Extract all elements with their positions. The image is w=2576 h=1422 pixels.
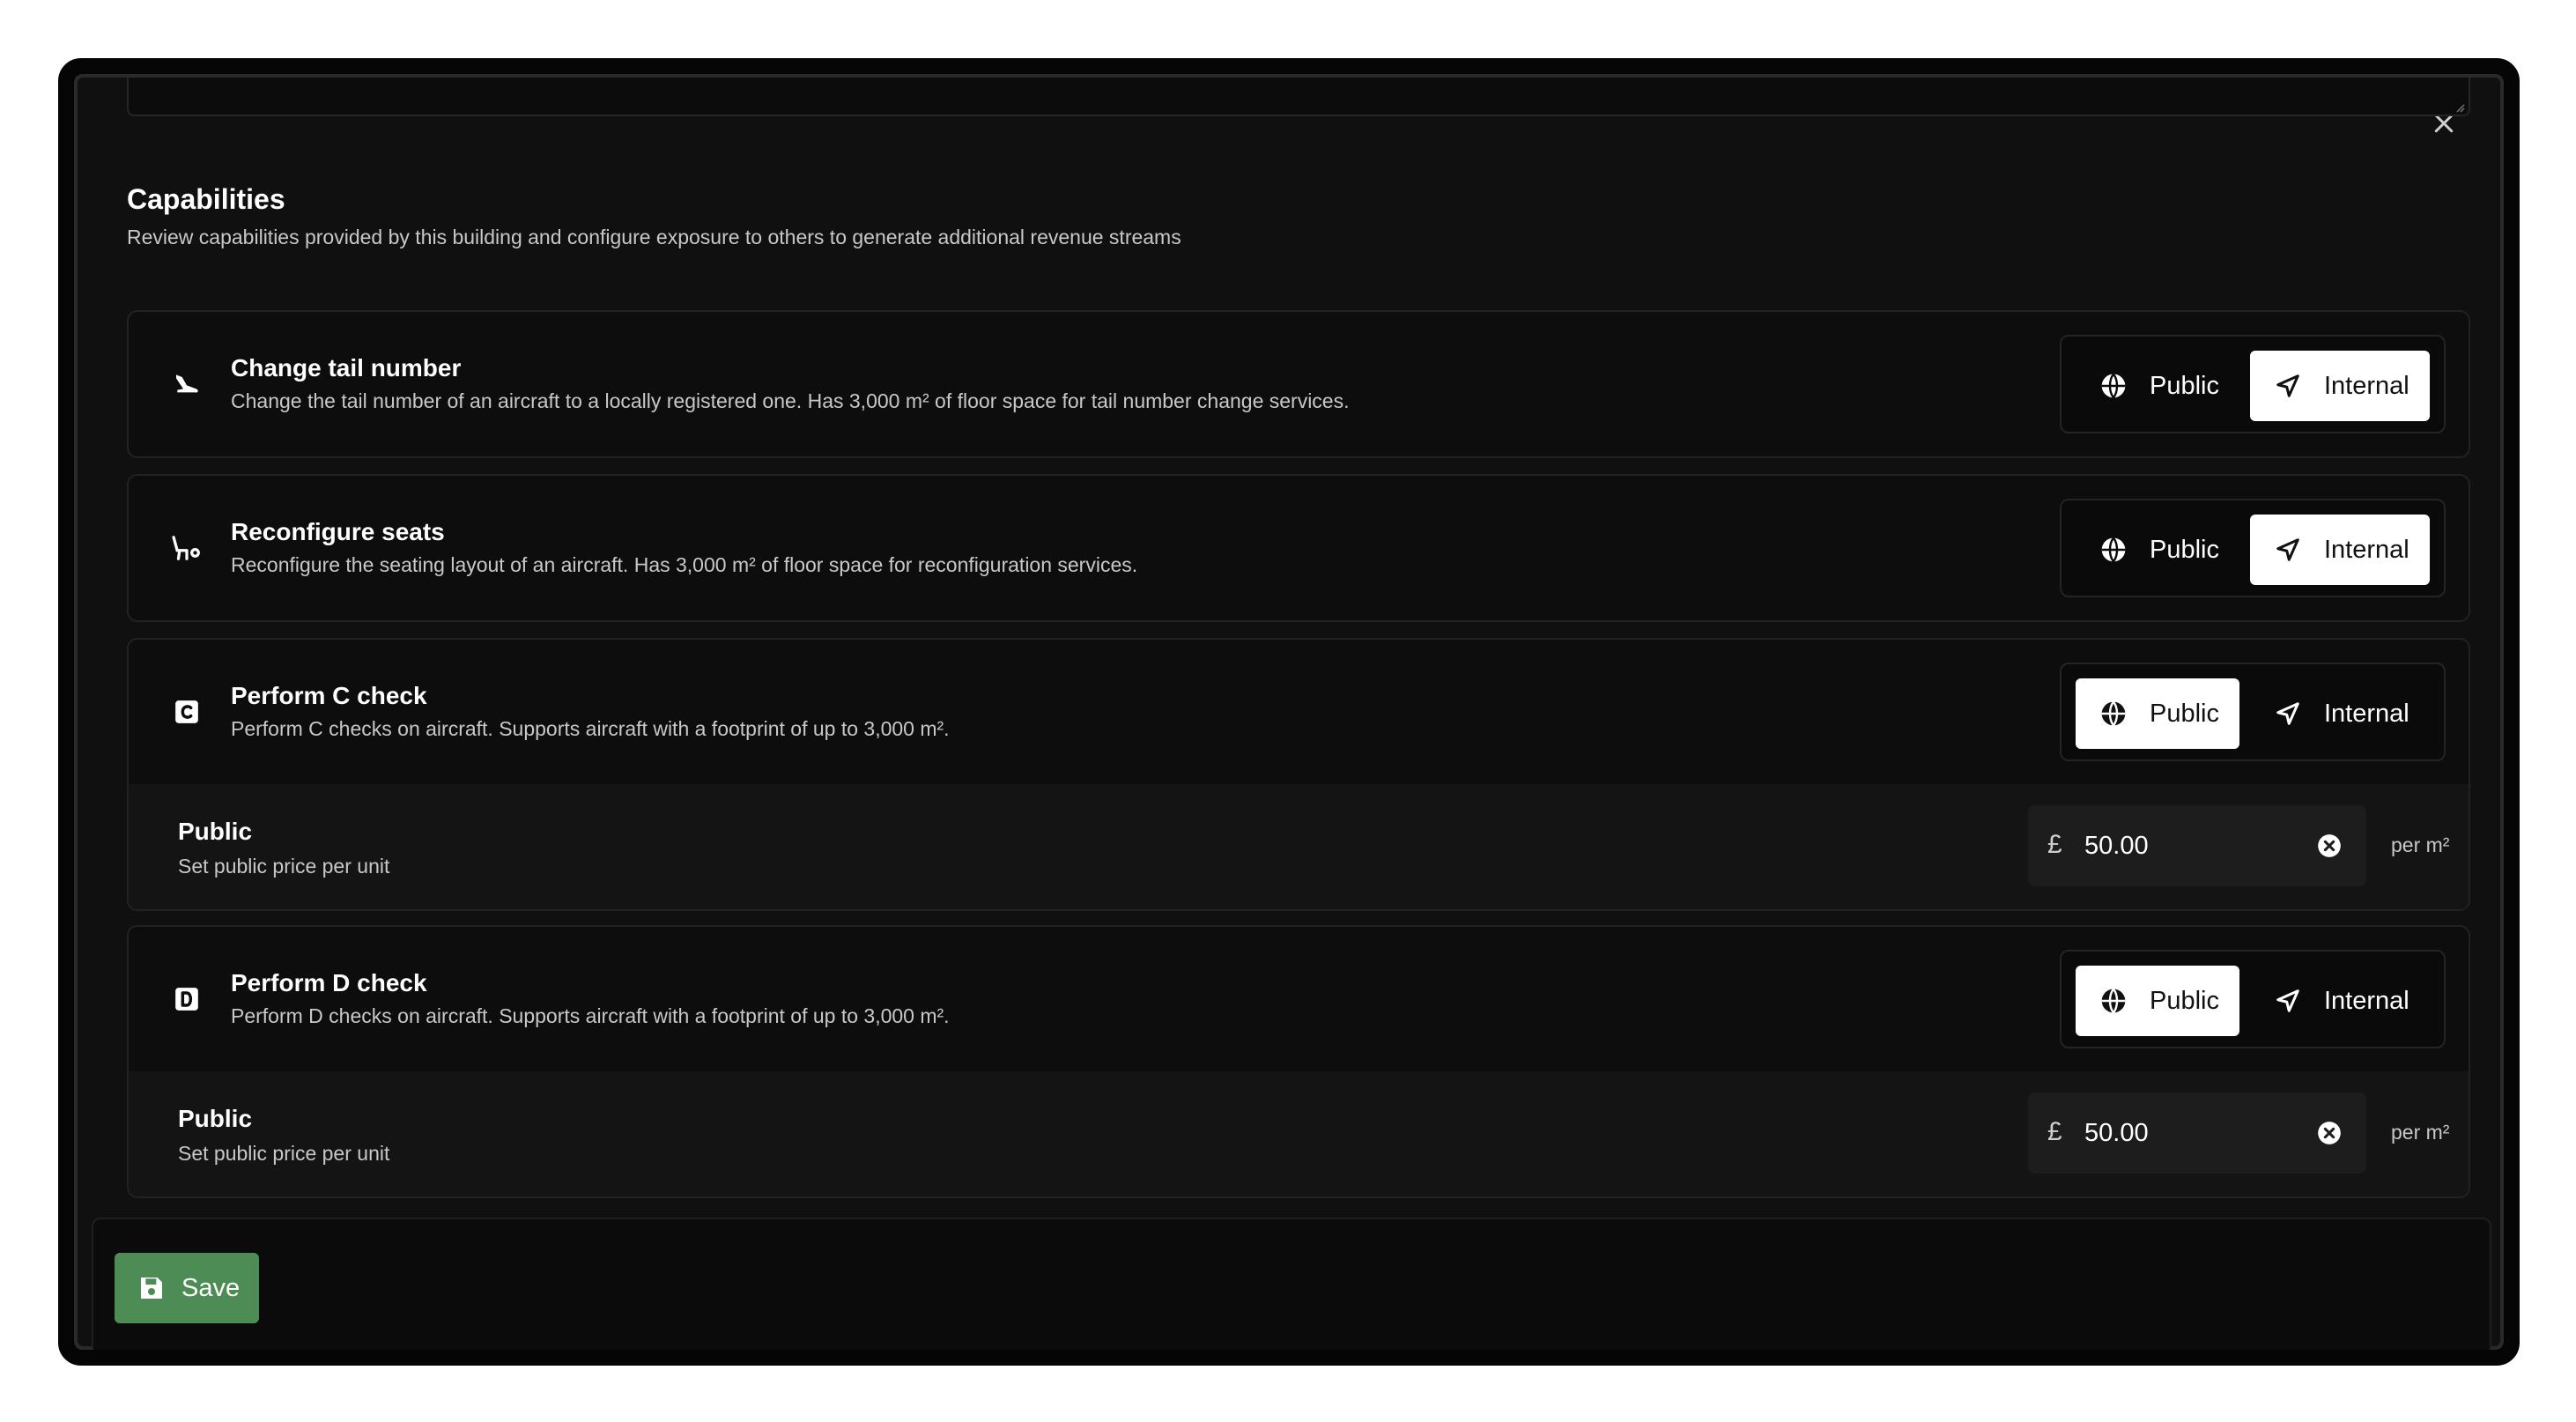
- price-input[interactable]: [2084, 1112, 2305, 1154]
- globe-icon: [2101, 373, 2126, 399]
- navigation-arrow-icon: [2276, 374, 2299, 397]
- internal-label: Internal: [2324, 699, 2409, 728]
- navigation-arrow-icon: [2276, 538, 2299, 561]
- modal-scroll-area[interactable]: Capabilities Review capabilities provide…: [127, 78, 2470, 1212]
- pricing-title: Public: [178, 1105, 253, 1132]
- navigation-arrow-icon: [2276, 989, 2299, 1012]
- public-label: Public: [2150, 371, 2219, 400]
- price-input[interactable]: [2084, 825, 2305, 867]
- internal-option[interactable]: Internal: [2250, 351, 2430, 421]
- exposure-toggle: Public Internal: [2060, 499, 2446, 597]
- internal-option[interactable]: Internal: [2250, 678, 2430, 749]
- internal-label: Internal: [2324, 371, 2409, 400]
- globe-icon: [2101, 537, 2126, 563]
- public-label: Public: [2150, 535, 2219, 564]
- capability-card-reconfigure-seats: Reconfigure seats Reconfigure the seatin…: [127, 474, 2470, 622]
- modal-footer: Save: [92, 1218, 2491, 1350]
- capability-description: Reconfigure the seating layout of an air…: [231, 553, 1138, 576]
- exposure-toggle: Public Internal: [2060, 335, 2446, 433]
- exposure-toggle: Public Internal: [2060, 663, 2446, 761]
- pricing-description: Set public price per unit: [178, 855, 390, 878]
- floppy-disk-icon: [141, 1278, 162, 1299]
- pricing-description: Set public price per unit: [178, 1142, 390, 1165]
- price-unit: per m²: [2391, 833, 2450, 856]
- capability-title: Reconfigure seats: [231, 518, 445, 545]
- public-pricing-row: Public Set public price per unit £ per m…: [129, 784, 2469, 909]
- price-field: £: [2028, 1092, 2366, 1174]
- modal-body: Capabilities Review capabilities provide…: [74, 74, 2504, 1350]
- notes-textarea[interactable]: [127, 78, 2470, 116]
- section-description: Review capabilities provided by this bui…: [127, 226, 1181, 248]
- capability-title: Change tail number: [231, 354, 462, 381]
- public-label: Public: [2150, 986, 2219, 1015]
- clear-icon[interactable]: [2317, 833, 2342, 858]
- internal-label: Internal: [2324, 535, 2409, 564]
- price-field: £: [2028, 805, 2366, 886]
- capability-description: Change the tail number of an aircraft to…: [231, 389, 1350, 412]
- letter-c-square-icon: [175, 700, 198, 723]
- price-unit: per m²: [2391, 1121, 2450, 1144]
- public-option[interactable]: Public: [2076, 678, 2239, 749]
- currency-symbol: £: [2047, 1117, 2062, 1146]
- capability-description: Perform C checks on aircraft. Supports a…: [231, 717, 950, 740]
- public-option[interactable]: Public: [2076, 351, 2239, 421]
- internal-option[interactable]: Internal: [2250, 966, 2430, 1036]
- globe-icon: [2101, 700, 2126, 727]
- clear-icon[interactable]: [2317, 1121, 2342, 1145]
- capability-card-perform-d-check: Perform D check Perform D checks on airc…: [127, 925, 2470, 1198]
- capability-card-change-tail-number: Change tail number Change the tail numbe…: [127, 310, 2470, 458]
- capability-title: Perform C check: [231, 682, 427, 709]
- public-label: Public: [2150, 699, 2219, 728]
- save-button[interactable]: Save: [115, 1253, 259, 1323]
- public-option[interactable]: Public: [2076, 515, 2239, 585]
- internal-label: Internal: [2324, 986, 2409, 1015]
- currency-symbol: £: [2047, 830, 2062, 859]
- capability-card-perform-c-check: Perform C check Perform C checks on airc…: [127, 638, 2470, 911]
- capability-title: Perform D check: [231, 969, 427, 996]
- plane-landing-icon: [176, 374, 198, 393]
- navigation-arrow-icon: [2276, 702, 2299, 725]
- section-title: Capabilities: [127, 183, 285, 215]
- pricing-title: Public: [178, 818, 253, 845]
- globe-icon: [2101, 988, 2126, 1014]
- public-pricing-row: Public Set public price per unit £ per m…: [129, 1071, 2469, 1196]
- public-option[interactable]: Public: [2076, 966, 2239, 1036]
- internal-option[interactable]: Internal: [2250, 515, 2430, 585]
- capabilities-modal: Capabilities Review capabilities provide…: [58, 58, 2520, 1366]
- seat-settings-icon: [172, 536, 200, 560]
- exposure-toggle: Public Internal: [2060, 950, 2446, 1048]
- letter-d-square-icon: [175, 988, 198, 1011]
- resize-handle-icon[interactable]: [2453, 100, 2465, 113]
- save-label: Save: [181, 1273, 241, 1302]
- capability-description: Perform D checks on aircraft. Supports a…: [231, 1004, 950, 1027]
